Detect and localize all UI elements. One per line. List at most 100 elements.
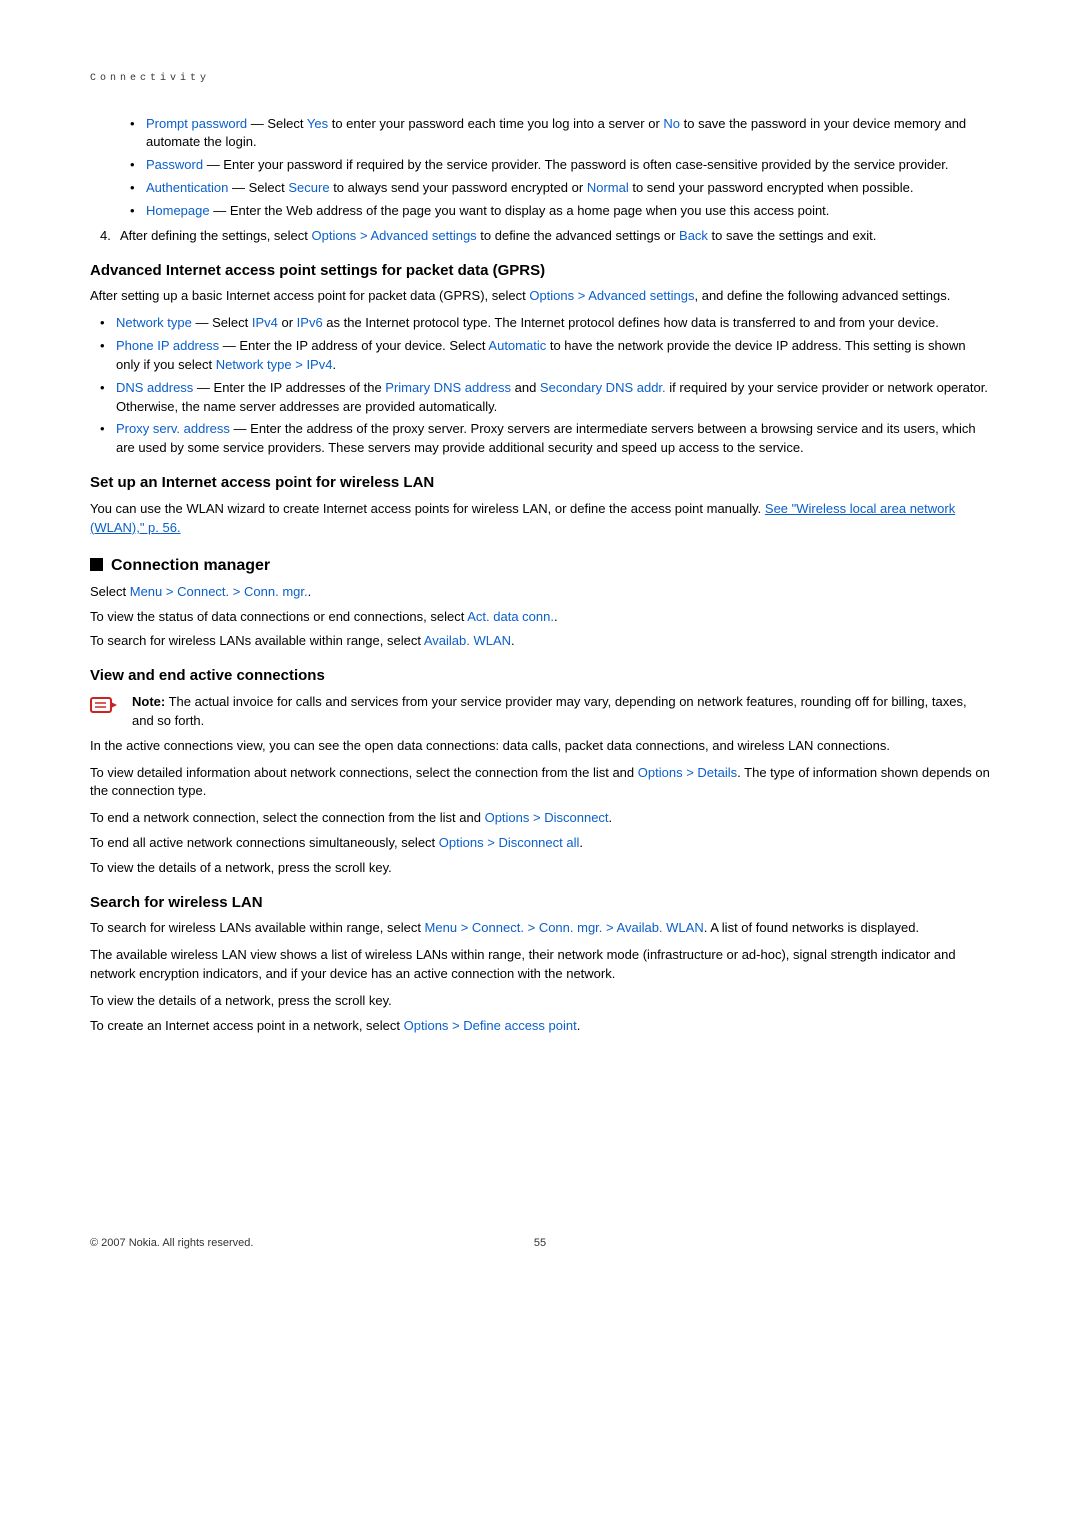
note-text: Note: The actual invoice for calls and s… (132, 693, 990, 731)
text: and (511, 380, 540, 395)
ui-term: Availab. WLAN (424, 633, 511, 648)
text: . (554, 609, 558, 624)
text: — Enter the IP addresses of the (193, 380, 385, 395)
ui-term: DNS address (116, 380, 193, 395)
paragraph: Select Menu > Connect. > Conn. mgr.. (90, 583, 990, 602)
text: To view detailed information about netwo… (90, 765, 638, 780)
text: After setting up a basic Internet access… (90, 288, 529, 303)
paragraph: To end all active network connections si… (90, 834, 990, 853)
ui-term: Back (679, 228, 708, 243)
text: — Enter the Web address of the page you … (210, 203, 830, 218)
text: to send your password encrypted when pos… (629, 180, 914, 195)
ui-term: Homepage (146, 203, 210, 218)
ui-term: Authentication (146, 180, 228, 195)
heading-connection-manager: Connection manager (90, 554, 990, 577)
text: to always send your password encrypted o… (330, 180, 587, 195)
text: to enter your password each time you log… (328, 116, 663, 131)
text: — Select (247, 116, 307, 131)
chevron-right-icon: > (233, 584, 241, 599)
text: To search for wireless LANs available wi… (90, 920, 425, 935)
ui-term: Primary DNS address (385, 380, 511, 395)
ui-term: Availab. WLAN (617, 920, 704, 935)
text: — Enter your password if required by the… (203, 157, 948, 172)
list-item: Homepage — Enter the Web address of the … (130, 202, 990, 221)
text: — Enter the IP address of your device. S… (219, 338, 488, 353)
text: To search for wireless LANs available wi… (90, 633, 424, 648)
ui-term: Disconnect all (498, 835, 579, 850)
text: to define the advanced settings or (477, 228, 679, 243)
text: to save the settings and exit. (708, 228, 876, 243)
ui-term: Define access point (463, 1018, 576, 1033)
chevron-right-icon: > (578, 288, 586, 303)
list-item: Phone IP address — Enter the IP address … (100, 337, 990, 375)
ui-term: Secondary DNS addr. (540, 380, 666, 395)
ui-term: Connect. (472, 920, 524, 935)
section-header: Connectivity (90, 72, 990, 87)
text: as the Internet protocol type. The Inter… (323, 315, 939, 330)
chevron-right-icon: > (533, 810, 541, 825)
chevron-right-icon: > (487, 835, 495, 850)
ui-term: Connect. (177, 584, 229, 599)
chevron-right-icon: > (452, 1018, 460, 1033)
ui-term: IPv4 (306, 357, 332, 372)
ui-term: Conn. mgr. (539, 920, 603, 935)
text: — Select (228, 180, 288, 195)
page-footer: © 2007 Nokia. All rights reserved. 55 (90, 1236, 990, 1252)
ui-term: Menu (425, 920, 458, 935)
text: or (278, 315, 297, 330)
ui-term: Yes (307, 116, 328, 131)
ui-term: Options (638, 765, 683, 780)
text: — Enter the address of the proxy server.… (116, 421, 976, 455)
heading-wlan-setup: Set up an Internet access point for wire… (90, 472, 990, 494)
paragraph: After setting up a basic Internet access… (90, 287, 990, 306)
ui-term: Menu (130, 584, 163, 599)
chevron-right-icon: > (295, 357, 303, 372)
heading-gprs: Advanced Internet access point settings … (90, 260, 990, 282)
paragraph: To search for wireless LANs available wi… (90, 632, 990, 651)
copyright: © 2007 Nokia. All rights reserved. (90, 1236, 253, 1252)
ui-term: Automatic (488, 338, 546, 353)
text: . (579, 835, 583, 850)
text: To create an Internet access point in a … (90, 1018, 404, 1033)
ui-term: IPv4 (252, 315, 278, 330)
steps-list: After defining the settings, select Opti… (90, 227, 990, 246)
text: To end a network connection, select the … (90, 810, 485, 825)
list-item: After defining the settings, select Opti… (100, 227, 990, 246)
note-block: Note: The actual invoice for calls and s… (90, 693, 990, 731)
list-item: Proxy serv. address — Enter the address … (100, 420, 990, 458)
paragraph: To view detailed information about netwo… (90, 764, 990, 802)
ui-term: Details (697, 765, 737, 780)
heading-view-end: View and end active connections (90, 665, 990, 687)
text: , and define the following advanced sett… (695, 288, 951, 303)
ui-term: Act. data conn. (467, 609, 554, 624)
text: To view the status of data connections o… (90, 609, 467, 624)
ui-term: Advanced settings (588, 288, 694, 303)
paragraph: To end a network connection, select the … (90, 809, 990, 828)
paragraph: You can use the WLAN wizard to create In… (90, 500, 990, 538)
paragraph: To view the status of data connections o… (90, 608, 990, 627)
text: . (308, 584, 312, 599)
ui-term: Options (312, 228, 357, 243)
chevron-right-icon: > (461, 920, 469, 935)
text: You can use the WLAN wizard to create In… (90, 501, 765, 516)
ui-term: Options (529, 288, 574, 303)
ui-term: Phone IP address (116, 338, 219, 353)
note-label: Note: (132, 694, 165, 709)
ui-term: Conn. mgr. (244, 584, 308, 599)
chevron-right-icon: > (606, 920, 614, 935)
ui-term: Prompt password (146, 116, 247, 131)
ui-term: Network type (216, 357, 292, 372)
chevron-right-icon: > (166, 584, 174, 599)
list-item: Authentication — Select Secure to always… (130, 179, 990, 198)
text: The actual invoice for calls and service… (132, 694, 967, 728)
ui-term: Options (439, 835, 484, 850)
ui-term: Normal (587, 180, 629, 195)
paragraph: The available wireless LAN view shows a … (90, 946, 990, 984)
chevron-right-icon: > (360, 228, 368, 243)
ui-term: No (663, 116, 680, 131)
ui-term: Options (485, 810, 530, 825)
ui-term: Network type (116, 315, 192, 330)
paragraph: In the active connections view, you can … (90, 737, 990, 756)
ui-term: Options (404, 1018, 449, 1033)
paragraph: To create an Internet access point in a … (90, 1017, 990, 1036)
